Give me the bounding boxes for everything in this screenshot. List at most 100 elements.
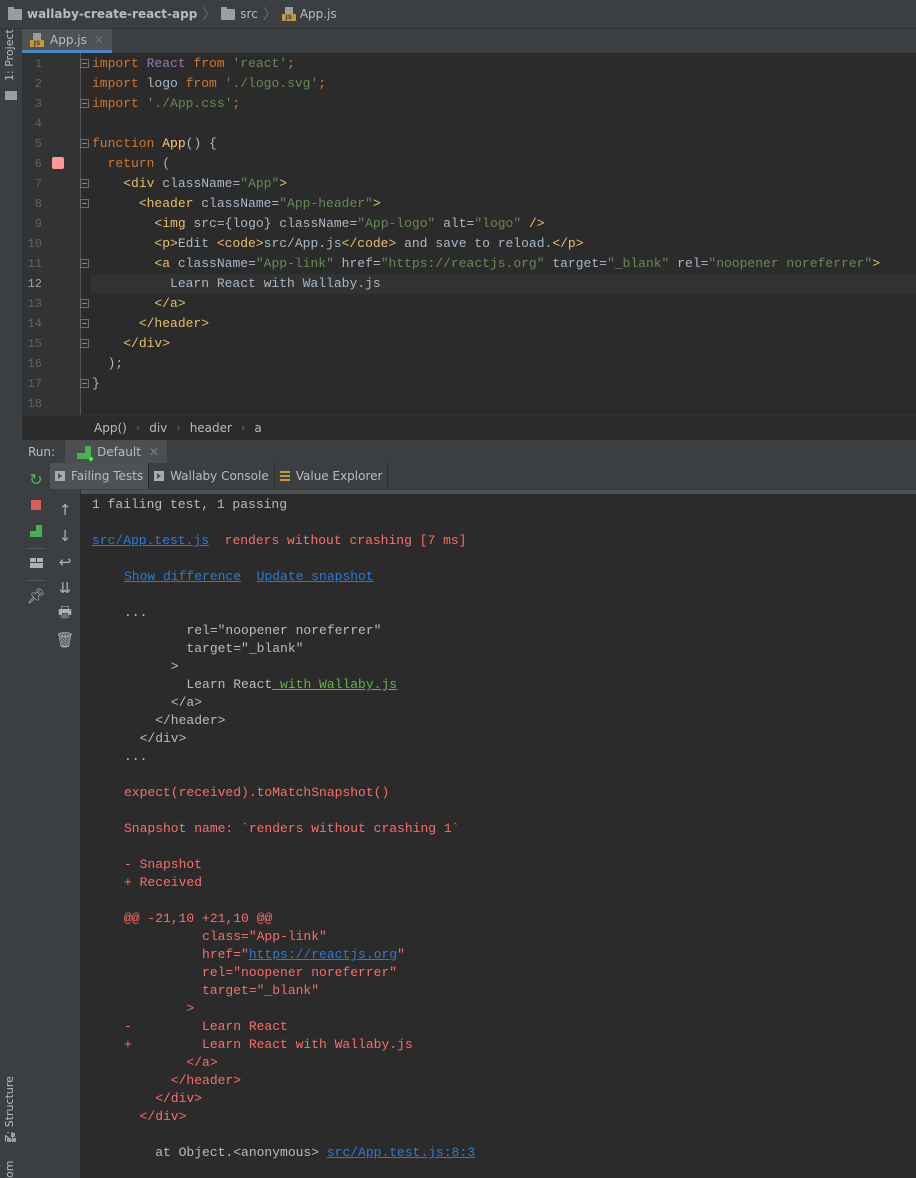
chevron-right-icon: › (135, 421, 141, 434)
tab-label: Failing Tests (71, 469, 144, 483)
stop-icon (31, 500, 41, 510)
nav-crumb-project[interactable]: wallaby-create-react-app (8, 6, 197, 21)
added-text: with Wallaby.js (272, 677, 398, 692)
print-button[interactable]: 🖶︎ (55, 603, 75, 624)
next-button[interactable]: ↓ (55, 526, 75, 546)
nav-crumb-label: App.js (299, 7, 337, 21)
code-line: return ( (107, 156, 171, 171)
divider (26, 548, 46, 549)
stop-button[interactable] (26, 495, 46, 515)
arrow-up-icon: ↑ (58, 501, 72, 519)
failing-tests-console[interactable]: 1 failing test, 1 passing src/App.test.j… (80, 494, 916, 1178)
folder-icon (5, 91, 17, 100)
breakpoint-marker[interactable] (52, 157, 64, 169)
fold-marker-icon[interactable] (80, 59, 89, 68)
fold-marker-icon[interactable] (80, 379, 89, 388)
chevron-right-icon: 〉 (202, 7, 217, 23)
tab-label: Value Explorer (295, 469, 383, 483)
js-file-icon: JS (30, 32, 44, 47)
code-line: function App() { (92, 136, 217, 151)
code-line: import './App.css'; (92, 96, 241, 111)
fold-marker-icon[interactable] (80, 179, 89, 188)
structure-icon (7, 1133, 16, 1142)
fold-marker-icon[interactable] (80, 339, 89, 348)
rerun-icon[interactable]: ↻ (26, 469, 46, 489)
diff-legend-plus: + Received (124, 875, 203, 890)
fold-marker-icon[interactable] (80, 139, 89, 148)
reactjs-link[interactable]: https://reactjs.org (249, 947, 397, 962)
diff-line: </header> (124, 1073, 242, 1088)
layout-icon (29, 558, 43, 568)
list-icon (279, 470, 290, 482)
fold-marker-icon[interactable] (80, 259, 89, 268)
code-line: import React from 'react'; (92, 56, 295, 71)
test-summary: 1 failing test, 1 passing (92, 497, 288, 512)
close-tab-icon[interactable]: ✕ (94, 33, 104, 47)
chevron-right-icon: › (240, 421, 246, 434)
code-line-caret: Learn React with Wallaby.js (91, 274, 916, 294)
snippet-line: </header> (124, 713, 226, 728)
project-tool-button[interactable]: 1: Project (3, 29, 16, 81)
breadcrumb-item[interactable]: header (190, 421, 232, 435)
fold-marker-icon[interactable] (80, 319, 89, 328)
test-file-link[interactable]: src/App.test.js (92, 533, 209, 548)
console-icon (154, 471, 165, 481)
soft-wrap-button[interactable]: ↩ (55, 552, 75, 572)
clear-button[interactable]: 🗑︎ (55, 630, 75, 650)
snippet-line: ... (124, 605, 148, 620)
code-line: <p>Edit <code>src/App.js</code> and save… (154, 236, 584, 251)
stack-trace-link[interactable]: src/App.test.js:8:3 (327, 1145, 475, 1160)
tab-label: App.js (50, 32, 87, 47)
fold-marker-icon[interactable] (80, 299, 89, 308)
expect-line: expect(received).toMatchSnapshot() (124, 785, 390, 800)
code-line: </a> (154, 296, 186, 311)
diff-line: </div> (124, 1091, 203, 1106)
code-editor[interactable]: 1 2 3 4 5 6 7 8 9 10 11 12 13 14 15 16 1… (22, 53, 916, 415)
code-line: <header className="App-header"> (138, 196, 381, 211)
show-difference-link[interactable]: Show difference (124, 569, 241, 584)
tool-button-partial[interactable]: om (3, 1161, 16, 1178)
line-number: 18 (27, 397, 42, 411)
snippet-line: ... (124, 749, 148, 764)
diff-line-added: + Learn React with Wallaby.js (124, 1037, 413, 1052)
update-snapshot-link[interactable]: Update snapshot (257, 569, 374, 584)
code-line: <div className="App"> (123, 176, 288, 191)
line-number: 4 (34, 117, 42, 131)
diff-line-removed: - Learn React (124, 1019, 288, 1034)
test-header: src/App.test.js renders without crashing… (92, 532, 466, 550)
snippet-line: </div> (124, 731, 187, 746)
diff-legend-minus: - Snapshot (124, 857, 203, 872)
editor-gutter[interactable]: 1 2 3 4 5 6 7 8 9 10 11 12 13 14 15 16 1… (22, 53, 81, 415)
test-title: renders without crashing [7 ms] (224, 533, 467, 548)
run-toolbar: ↻ 📌︎ (22, 463, 51, 1178)
nav-crumb-file[interactable]: JS App.js (281, 7, 337, 21)
close-tab-icon[interactable]: ✕ (149, 445, 159, 459)
scroll-to-end-button[interactable]: ⇊ (55, 578, 75, 598)
code-line: import logo from './logo.svg'; (92, 76, 327, 91)
tab-label: Wallaby Console (170, 469, 269, 483)
snippet-line: Learn React with Wallaby.js (124, 677, 398, 692)
tab-wallaby-console[interactable]: Wallaby Console (149, 463, 275, 489)
tab-failing-tests[interactable]: Failing Tests (50, 463, 150, 489)
divider (26, 580, 46, 581)
breadcrumb-item[interactable]: a (254, 421, 261, 435)
tab-app-js[interactable]: JS App.js ✕ (22, 29, 112, 53)
snippet-line: > (124, 659, 179, 674)
layout-button[interactable] (26, 553, 46, 573)
wallaby-status-button[interactable] (26, 521, 46, 541)
navigation-bar: wallaby-create-react-app 〉 src 〉 JS App.… (0, 0, 916, 29)
nav-crumb-src[interactable]: src (221, 6, 258, 21)
chevron-right-icon: 〉 (262, 7, 277, 23)
run-tab-default[interactable]: Default ✕ (65, 440, 167, 464)
breadcrumb-item[interactable]: div (149, 421, 167, 435)
breadcrumb-item[interactable]: App() (94, 421, 127, 435)
tab-value-explorer[interactable]: Value Explorer (275, 463, 389, 489)
fold-marker-icon[interactable] (80, 99, 89, 108)
pin-button[interactable]: 📌︎ (26, 586, 46, 606)
line-number: 17 (27, 377, 42, 391)
line-number: 10 (27, 237, 42, 251)
line-number: 1 (34, 57, 42, 71)
previous-button[interactable]: ↑ (55, 500, 75, 520)
trash-icon: 🗑︎ (55, 631, 75, 649)
fold-marker-icon[interactable] (80, 199, 89, 208)
